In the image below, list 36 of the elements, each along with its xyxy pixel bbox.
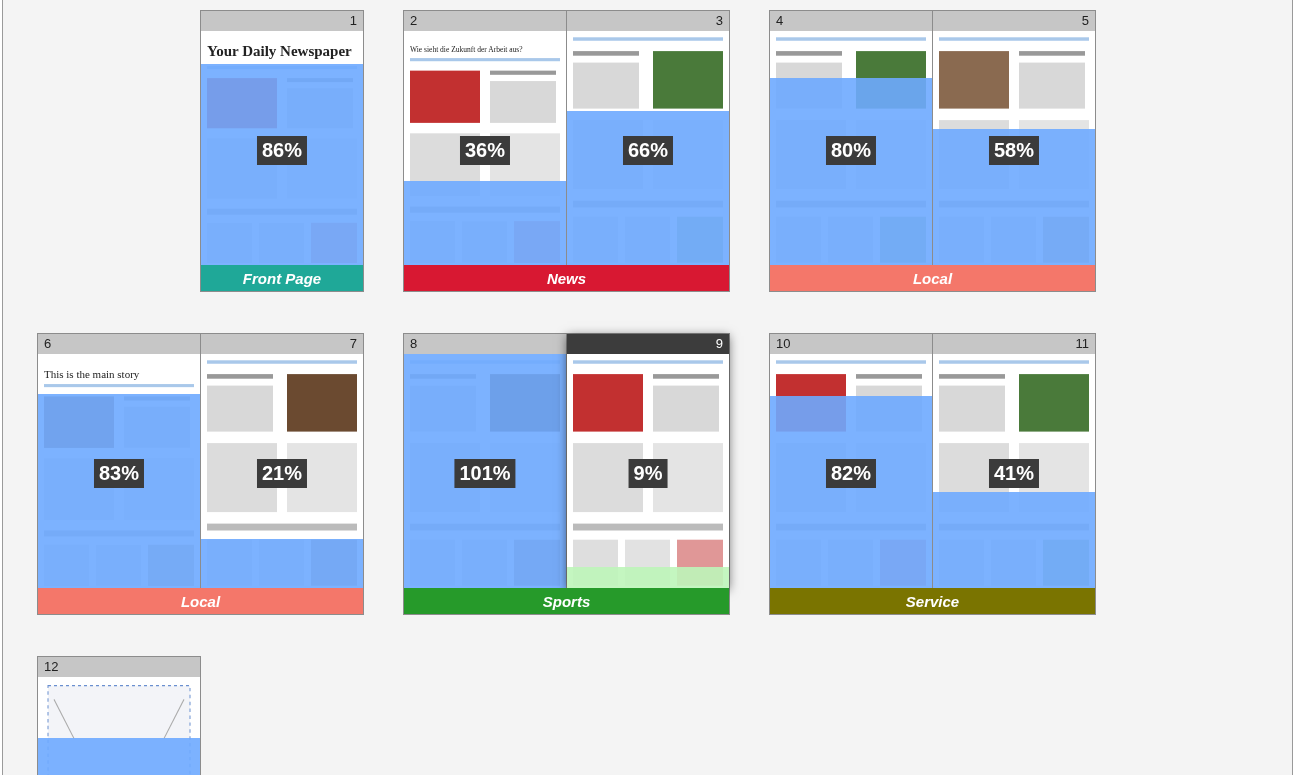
fill-percentage: 82%: [826, 459, 876, 488]
fill-percentage: 66%: [623, 136, 673, 165]
section-label: News: [404, 265, 729, 291]
page-number: 7: [349, 335, 357, 353]
page-number: 9: [715, 335, 723, 353]
page-number: 12: [44, 658, 59, 676]
fill-percentage: 9%: [628, 459, 668, 488]
page-number: 6: [44, 335, 52, 353]
page-number: 5: [1081, 12, 1089, 30]
fill-percentage: 41%: [989, 459, 1039, 488]
page-number: 8: [410, 335, 418, 353]
page-number: 3: [715, 12, 723, 30]
fill-percentage: 36%: [460, 136, 510, 165]
page-number: 10: [776, 335, 791, 353]
page-number: 1: [349, 12, 357, 30]
page-spread[interactable]: 8 101% 9 9% Sports: [403, 333, 730, 615]
section-label: Service: [770, 588, 1095, 614]
page-spread[interactable]: 10 82% 11 41% Service: [769, 333, 1096, 615]
section-label: Local: [38, 588, 363, 614]
page-number: 11: [1075, 335, 1089, 353]
page-spread[interactable]: 6 This is the main story 83% 7 21% Local: [37, 333, 364, 615]
section-label: Front Page: [201, 265, 363, 291]
section-label: Local: [770, 265, 1095, 291]
page-number: 2: [410, 12, 418, 30]
fill-percentage: 83%: [94, 459, 144, 488]
fill-percentage: 80%: [826, 136, 876, 165]
fill-percentage: 86%: [257, 136, 307, 165]
section-label: Sports: [404, 588, 729, 614]
headline: Your Daily Newspaper: [207, 42, 353, 61]
page-number: 4: [776, 12, 784, 30]
fill-percentage: 101%: [454, 459, 516, 488]
page-spread[interactable]: 1 Your Daily Newspaper 86% Front Page: [200, 10, 364, 292]
page-spread[interactable]: 4 80% 5 58% Local: [769, 10, 1096, 292]
fill-percentage: 21%: [257, 459, 307, 488]
fill-percentage: 58%: [989, 136, 1039, 165]
headline: This is the main story: [44, 367, 141, 382]
